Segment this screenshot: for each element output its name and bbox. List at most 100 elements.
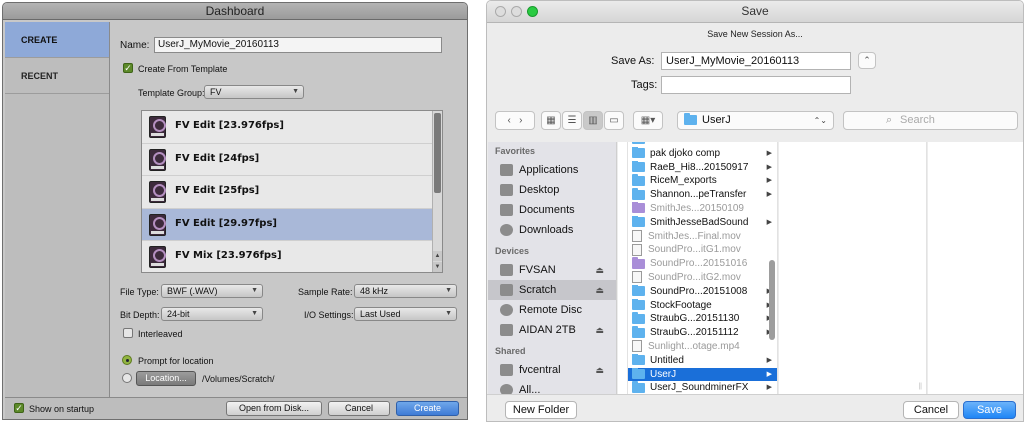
forward-icon[interactable]: › <box>519 115 522 126</box>
new-folder-button[interactable]: New Folder <box>505 401 577 419</box>
sidebar-item-fvcentral[interactable]: fvcentral ⏏ <box>488 360 616 380</box>
folder-icon <box>632 160 645 172</box>
file-name: RaeB_Hi8...20150917 <box>650 161 749 173</box>
coverflow-view-button[interactable]: ▭ <box>604 111 624 130</box>
create-from-template-checkbox[interactable]: ✓ <box>123 63 133 73</box>
file-row[interactable]: SoundPro...20151016 <box>628 257 777 271</box>
back-forward-buttons[interactable]: ‹ › <box>495 111 535 130</box>
column-scroll-thumb[interactable] <box>769 260 775 340</box>
tags-input[interactable] <box>661 76 851 94</box>
template-row[interactable]: FV Mix [23.976fps] <box>142 241 442 272</box>
back-icon[interactable]: ‹ <box>507 115 510 126</box>
file-row[interactable]: StraubG...20151130▶ <box>628 312 777 326</box>
desktop-icon <box>500 184 513 196</box>
sidebar-item-fvsan[interactable]: FVSAN ⏏ <box>488 260 616 280</box>
scroll-up-icon[interactable]: ▲ <box>433 251 442 261</box>
template-row[interactable]: FV Edit [23.976fps] <box>142 111 442 144</box>
eject-icon[interactable]: ⏏ <box>595 280 604 300</box>
file-row[interactable]: StraubG...20151112▶ <box>628 326 777 340</box>
sidebar-item-documents[interactable]: Documents <box>488 200 616 220</box>
template-list[interactable]: FV Edit [23.976fps] FV Edit [24fps] FV E… <box>141 110 443 273</box>
scroll-thumb[interactable] <box>434 113 441 193</box>
location-radio[interactable] <box>122 373 132 383</box>
dashboard-window: Dashboard CREATE RECENT Name: UserJ_MyMo… <box>2 2 468 420</box>
file-row[interactable]: SoundPro...20151008▶ <box>628 284 777 299</box>
save-window: Save Save New Session As... Save As: Use… <box>486 0 1024 422</box>
folder-icon <box>632 367 645 379</box>
prompt-for-location-radio[interactable] <box>122 355 132 365</box>
sidebar-item-aidan-2tb[interactable]: AIDAN 2TB ⏏ <box>488 320 616 340</box>
save-as-input[interactable]: UserJ_MyMovie_20160113 <box>661 52 851 70</box>
folder-icon <box>632 326 645 338</box>
create-button[interactable]: Create <box>396 401 459 416</box>
template-group-select[interactable]: FV ▼ <box>204 85 304 99</box>
location-button[interactable]: Location... <box>136 371 196 386</box>
bit-depth-label: Bit Depth: <box>120 310 160 320</box>
eject-icon[interactable]: ⏏ <box>595 260 604 280</box>
file-column[interactable]: Nathan Crow▶pak djoko comp▶RaeB_Hi8...20… <box>628 142 778 394</box>
file-name: SmithJes...Final.mov <box>648 230 741 242</box>
sidebar-item-recent[interactable]: RECENT <box>5 58 109 94</box>
cancel-button[interactable]: Cancel <box>903 401 959 419</box>
file-row[interactable]: RiceM_exports ▶ <box>628 174 777 188</box>
file-row[interactable]: UserJ_SoundminerFX ▶ <box>628 381 777 394</box>
file-row[interactable]: SmithJes...Final.mov <box>628 229 777 244</box>
file-row[interactable]: SmithJes...20150109 <box>628 201 777 216</box>
template-icon <box>149 116 166 138</box>
file-row[interactable]: RaeB_Hi8...20150917 ▶ <box>628 160 777 175</box>
template-row[interactable]: FV Edit [25fps] <box>142 176 442 209</box>
expand-toggle-button[interactable]: ⌃ <box>858 52 876 69</box>
icon-view-button[interactable]: ▦ <box>541 111 561 130</box>
updown-chevron-icon: ⌃⌄ <box>813 116 827 125</box>
sidebar-item-create[interactable]: CREATE <box>5 22 109 58</box>
column-resize-icon[interactable]: || <box>918 383 922 390</box>
file-name: StraubG...20151130 <box>650 313 740 325</box>
show-on-startup-checkbox[interactable]: ✓ <box>14 403 24 413</box>
file-row[interactable]: SmithJesseBadSound ▶ <box>628 215 777 230</box>
cancel-button[interactable]: Cancel <box>328 401 390 416</box>
sidebar-item-desktop[interactable]: Desktop <box>488 180 616 200</box>
file-row[interactable]: Shannon...peTransfer ▶ <box>628 188 777 202</box>
save-as-label: Save As: <box>611 55 655 67</box>
empty-column[interactable]: || <box>779 142 927 394</box>
name-field[interactable]: UserJ_MyMovie_20160113 <box>154 37 442 53</box>
sidebar-item-all[interactable]: All... <box>488 380 616 394</box>
interleaved-checkbox[interactable] <box>123 328 133 338</box>
file-name: UserJ <box>650 368 677 380</box>
template-list-scrollbar[interactable]: ▲ ▼ <box>432 111 442 272</box>
sidebar-item-downloads[interactable]: Downloads <box>488 220 616 240</box>
sidebar-item-scratch[interactable]: Scratch ⏏ <box>488 280 616 300</box>
file-row[interactable]: Untitled ▶ <box>628 353 777 368</box>
file-row[interactable]: pak djoko comp ▶ <box>628 146 777 161</box>
arrange-button[interactable]: ▦▾ <box>633 111 663 130</box>
sidebar-item-applications[interactable]: Applications <box>488 160 616 180</box>
column-previous[interactable] <box>618 142 628 394</box>
scroll-down-icon[interactable]: ▼ <box>433 262 442 272</box>
search-input[interactable]: ⌕ Search <box>843 111 1018 130</box>
file-row[interactable]: StockFootage▶ <box>628 298 777 313</box>
sidebar-item-remote-disc[interactable]: Remote Disc <box>488 300 616 320</box>
location-popup[interactable]: UserJ ⌃⌄ <box>677 111 834 130</box>
bit-depth-select[interactable]: 24-bit ▼ <box>161 307 263 321</box>
column-view-button[interactable]: ▥ <box>583 111 603 130</box>
template-row-selected[interactable]: FV Edit [29.97fps] <box>142 208 442 242</box>
folder-icon <box>632 215 645 228</box>
file-row[interactable]: Sunlight...otage.mp4 <box>628 340 777 354</box>
io-settings-select[interactable]: Last Used ▼ <box>354 307 457 321</box>
template-icon <box>149 181 166 204</box>
save-button[interactable]: Save <box>963 401 1016 419</box>
eject-icon[interactable]: ⏏ <box>595 360 604 380</box>
template-row[interactable]: FV Edit [24fps] <box>142 143 442 177</box>
close-icon[interactable] <box>495 6 506 17</box>
open-from-disk-button[interactable]: Open from Disk... <box>226 401 322 416</box>
sample-rate-select[interactable]: 48 kHz ▼ <box>354 284 457 298</box>
file-name: Shannon...peTransfer <box>650 189 747 201</box>
file-row[interactable]: SoundPro...itG1.mov <box>628 243 777 257</box>
eject-icon[interactable]: ⏏ <box>595 320 604 340</box>
file-row-selected[interactable]: UserJ ▶ <box>628 367 777 382</box>
file-row[interactable]: SoundPro...itG2.mov <box>628 271 777 285</box>
minimize-icon[interactable] <box>511 6 522 17</box>
zoom-icon[interactable] <box>527 6 538 17</box>
file-type-select[interactable]: BWF (.WAV) ▼ <box>161 284 263 298</box>
list-view-button[interactable]: ☰ <box>562 111 582 130</box>
